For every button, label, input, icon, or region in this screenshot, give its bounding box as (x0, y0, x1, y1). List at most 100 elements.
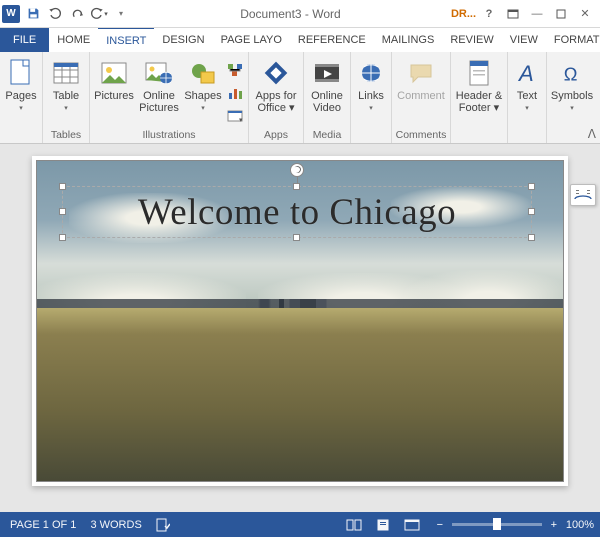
zoom-control: − + 100% (434, 519, 594, 531)
word-count[interactable]: 3 WORDS (90, 519, 141, 531)
tab-view[interactable]: VIEW (502, 28, 546, 52)
page-status[interactable]: PAGE 1 OF 1 (10, 519, 76, 531)
undo-icon[interactable] (46, 4, 64, 24)
resize-handle[interactable] (528, 234, 535, 241)
comment-label: Comment (397, 90, 445, 102)
symbols-button[interactable]: Ω Symbols ▾ (550, 54, 594, 116)
svg-text:A: A (517, 61, 534, 85)
table-button[interactable]: Table ▾ (46, 54, 86, 116)
textbox-selection[interactable] (62, 186, 532, 238)
resize-handle[interactable] (528, 208, 535, 215)
zoom-level[interactable]: 100% (566, 519, 594, 531)
document-area[interactable]: Welcome to Chicago (0, 144, 600, 512)
resize-handle[interactable] (59, 234, 66, 241)
pages-icon (6, 58, 36, 88)
spell-check-icon[interactable] (156, 518, 170, 532)
undo-dropdown-icon[interactable]: ▾ (90, 4, 108, 24)
online-video-label: Online Video (311, 90, 343, 114)
read-mode-icon[interactable] (346, 519, 362, 531)
resize-handle[interactable] (59, 208, 66, 215)
maximize-icon[interactable] (550, 4, 572, 24)
group-label-media: Media (313, 128, 342, 143)
links-label: Links (358, 90, 384, 102)
tab-file[interactable]: FILE (0, 28, 49, 52)
resize-handle[interactable] (293, 234, 300, 241)
svg-text:▾: ▾ (239, 117, 243, 123)
zoom-out-icon[interactable]: − (434, 519, 446, 531)
ribbon: Pages ▾ Table ▾ Tables Pictures Online P… (0, 52, 600, 144)
title-bar: W ▾ ▾ Document3 - Word DR... ? — ✕ (0, 0, 600, 28)
layout-options-icon (574, 188, 592, 202)
zoom-slider[interactable] (452, 523, 542, 526)
qat-customize-icon[interactable]: ▾ (112, 4, 130, 24)
tab-references[interactable]: REFERENCE (290, 28, 374, 52)
group-label-illustrations: Illustrations (142, 128, 195, 143)
comment-button[interactable]: Comment (395, 54, 447, 106)
redo-icon[interactable] (68, 4, 86, 24)
tab-format[interactable]: FORMAT (546, 28, 600, 52)
smartart-icon[interactable] (225, 60, 245, 80)
ribbon-display-icon[interactable] (502, 4, 524, 24)
zoom-thumb[interactable] (493, 518, 501, 530)
header-footer-label: Header & Footer ▾ (456, 90, 502, 114)
video-icon (312, 58, 342, 88)
online-pictures-label: Online Pictures (139, 90, 179, 114)
group-illustrations: Pictures Online Pictures Shapes ▾ ▾ Illu… (90, 52, 249, 143)
online-video-button[interactable]: Online Video (307, 54, 347, 118)
save-icon[interactable] (24, 4, 42, 24)
group-links: Links ▾ (351, 52, 392, 143)
account-badge[interactable]: DR... (451, 8, 476, 20)
collapse-ribbon-icon[interactable]: ᐱ (588, 127, 596, 141)
online-pictures-button[interactable]: Online Pictures (137, 54, 181, 118)
pictures-icon (99, 58, 129, 88)
tab-mailings[interactable]: MAILINGS (374, 28, 443, 52)
apps-icon (261, 58, 291, 88)
group-text: A Text ▾ (508, 52, 547, 143)
resize-handle[interactable] (528, 183, 535, 190)
apps-label: Apps for Office ▾ (256, 90, 297, 114)
symbols-label: Symbols (551, 90, 593, 102)
layout-options-button[interactable] (570, 184, 596, 206)
illustrations-small: ▾ (225, 54, 245, 126)
word-app-icon: W (2, 5, 20, 23)
online-pictures-icon (144, 58, 174, 88)
title-right: DR... ? — ✕ (451, 4, 600, 24)
table-icon (51, 58, 81, 88)
tab-home[interactable]: HOME (49, 28, 98, 52)
chart-icon[interactable] (225, 83, 245, 103)
print-layout-icon[interactable] (376, 519, 390, 531)
group-apps: Apps for Office ▾ Apps (249, 52, 304, 143)
svg-text:Ω: Ω (564, 63, 578, 84)
apps-button[interactable]: Apps for Office ▾ (252, 54, 300, 118)
pages-button[interactable]: Pages ▾ (3, 54, 39, 116)
pictures-label: Pictures (94, 90, 134, 102)
tab-page-layout[interactable]: PAGE LAYO (213, 28, 290, 52)
tab-review[interactable]: REVIEW (442, 28, 501, 52)
screenshot-icon[interactable]: ▾ (225, 106, 245, 126)
comment-icon (406, 58, 436, 88)
pictures-button[interactable]: Pictures (93, 54, 135, 106)
quick-access-toolbar: W ▾ ▾ (0, 4, 130, 24)
resize-handle[interactable] (293, 183, 300, 190)
group-tables: Table ▾ Tables (43, 52, 90, 143)
group-comments: Comment Comments (392, 52, 451, 143)
help-icon[interactable]: ? (478, 4, 500, 24)
page[interactable]: Welcome to Chicago (32, 156, 568, 486)
close-icon[interactable]: ✕ (574, 4, 596, 24)
shapes-icon (188, 58, 218, 88)
links-icon (356, 58, 386, 88)
tab-design[interactable]: DESIGN (154, 28, 212, 52)
tab-insert[interactable]: INSERT (98, 28, 154, 52)
header-footer-icon (464, 58, 494, 88)
links-button[interactable]: Links ▾ (354, 54, 388, 116)
status-bar: PAGE 1 OF 1 3 WORDS − + 100% (0, 512, 600, 537)
minimize-icon[interactable]: — (526, 4, 548, 24)
text-button[interactable]: A Text ▾ (511, 54, 543, 116)
rotate-handle-icon[interactable] (290, 163, 304, 177)
shapes-button[interactable]: Shapes ▾ (183, 54, 223, 116)
zoom-in-icon[interactable]: + (548, 519, 560, 531)
web-layout-icon[interactable] (404, 519, 420, 531)
header-footer-button[interactable]: Header & Footer ▾ (454, 54, 504, 118)
table-label: Table (53, 90, 79, 102)
resize-handle[interactable] (59, 183, 66, 190)
